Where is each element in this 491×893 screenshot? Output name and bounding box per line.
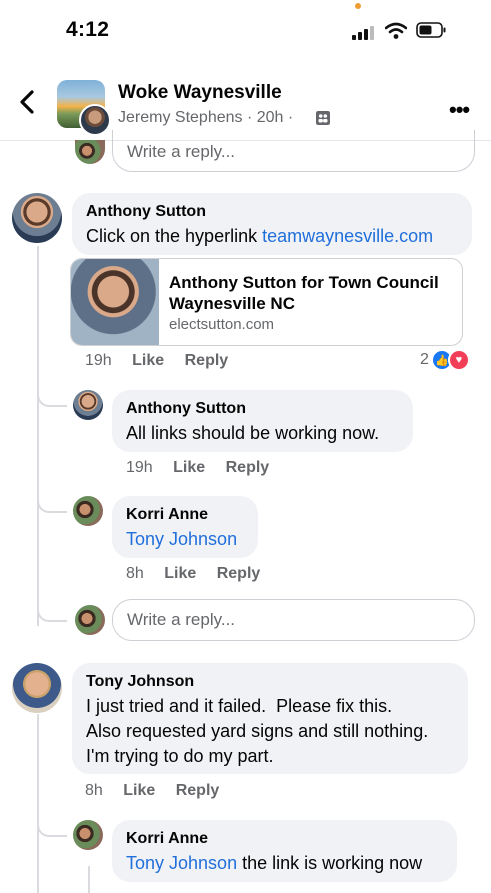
comment-text-line-1: I just tried and it failed. Please fix t… [86,696,393,716]
comment-time: 8h [85,782,103,799]
reply-actions: 19h Like Reply [126,459,269,477]
back-chevron-icon[interactable] [16,88,38,116]
comment-text-line-3: I'm trying to do my part. [86,746,274,766]
reply-author[interactable]: Anthony Sutton [126,400,246,418]
wifi-icon [385,22,407,39]
love-reaction-icon: ♥ [447,349,470,371]
group-icon [316,111,330,125]
reply-time: 19h [126,459,153,476]
cellular-signal-icon [352,24,374,40]
reply-bubble: Korri Anne Tony Johnson the link is work… [112,820,457,882]
thread-branch [37,604,67,622]
reply-actions: 8h Like Reply [126,565,260,583]
more-dots-icon[interactable]: ••• [449,97,470,123]
group-name[interactable]: Woke Waynesville [118,82,282,104]
like-button[interactable]: Like [173,459,205,476]
reply-author[interactable]: Korri Anne [126,506,208,524]
thread-line [37,246,39,626]
reply-author[interactable]: Korri Anne [126,830,208,848]
link-preview-card[interactable]: Anthony Sutton for Town Council Waynesvi… [70,258,463,346]
thread-branch [37,495,67,513]
reply-button[interactable]: Reply [185,352,229,369]
comment-actions: 8h Like Reply [85,782,219,800]
comment-bubble: Tony Johnson I just tried and it failed.… [72,663,468,774]
link-preview-domain: electsutton.com [169,316,275,333]
reply-avatar-korri-anne[interactable] [73,496,103,526]
link-preview-image [71,259,159,345]
like-button[interactable]: Like [132,352,164,369]
mention-link[interactable]: Tony Johnson [126,527,237,552]
reaction-count: 2 [420,351,429,368]
top-reply-placeholder: Write a reply... [127,142,236,161]
comment-bubble: Anthony Sutton Click on the hyperlink te… [72,193,472,255]
reaction-summary[interactable]: 2 👍 ♥ [420,349,470,371]
reply-text-suffix: the link is working now [237,853,423,873]
comment-author[interactable]: Anthony Sutton [86,203,206,221]
top-reply-input[interactable]: Write a reply... [112,130,475,172]
reply-bubble: Korri Anne Tony Johnson [112,496,258,558]
poster-avatar[interactable] [79,104,111,136]
comment-text-line-2: Also requested yard signs and still noth… [86,721,429,741]
composer-avatar [75,605,105,635]
reply-avatar-korri-anne[interactable] [73,820,103,850]
privacy-indicator-dot [355,3,361,9]
reply-time: 8h [126,565,144,582]
comment-actions: 19h Like Reply [85,352,228,370]
battery-icon [416,22,446,38]
comment-time: 19h [85,352,112,369]
reply-input-placeholder: Write a reply... [127,610,236,629]
comment-text: Click on the hyperlink teamwaynesville.c… [86,224,433,249]
reply-bubble: Anthony Sutton All links should be worki… [112,390,413,452]
reply-input[interactable]: Write a reply... [112,599,475,641]
reply-text: All links should be working now. [126,423,380,443]
thread-branch [37,389,67,407]
like-button[interactable]: Like [123,782,155,799]
comment-author[interactable]: Tony Johnson [86,673,194,691]
composer-avatar [75,140,105,164]
mention-link[interactable]: Tony Johnson [126,853,237,873]
link-preview-title: Anthony Sutton for Town Council Waynesvi… [169,273,439,313]
comment-hyperlink[interactable]: teamwaynesville.com [262,226,433,246]
reply-button[interactable]: Reply [226,459,270,476]
thread-line [37,714,39,893]
reply-button[interactable]: Reply [176,782,220,799]
comment-avatar-anthony-sutton[interactable] [12,193,62,243]
post-byline: Jeremy Stephens · 20h · [118,109,294,126]
reply-avatar-anthony-sutton[interactable] [73,390,103,420]
reply-text: Tony Johnson the link is working now [126,851,422,876]
thread-line [88,866,90,893]
reply-button[interactable]: Reply [217,565,261,582]
thread-branch [37,819,67,837]
status-time: 4:12 [66,18,110,41]
comment-avatar-tony-johnson[interactable] [12,663,62,713]
like-button[interactable]: Like [164,565,196,582]
comment-text-prefix: Click on the hyperlink [86,226,263,246]
